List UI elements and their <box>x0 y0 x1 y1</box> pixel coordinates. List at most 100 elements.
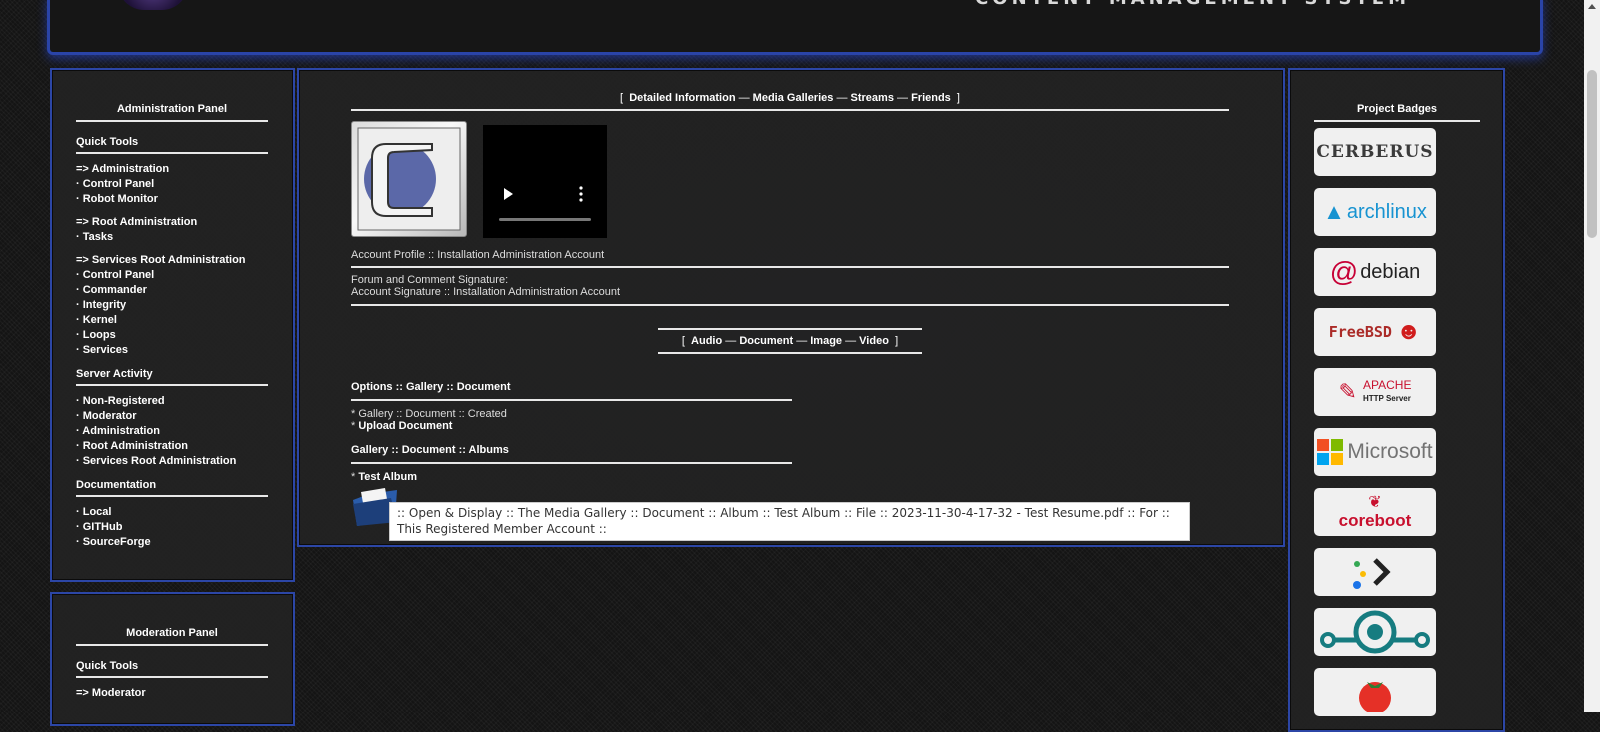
nav-services-root-administration[interactable]: => Services Root Administration <box>76 253 268 268</box>
project-badges-panel: Project Badges CERBERUS ▲ archlinux @ de… <box>1288 68 1505 732</box>
administration-panel: Administration Panel Quick Tools => Admi… <box>50 68 295 582</box>
activity-administration[interactable]: · Administration <box>76 424 268 439</box>
gallery-created: * Gallery :: Document :: Created <box>351 408 507 420</box>
tab-separator: — <box>897 92 908 104</box>
site-logo[interactable] <box>118 0 188 10</box>
tab-separator: — <box>796 335 808 347</box>
tab-friends[interactable]: Friends <box>911 92 951 104</box>
signature-block: Forum and Comment Signature: Account Sig… <box>351 268 1229 306</box>
mod-quick-tools-heading: Quick Tools <box>76 660 268 678</box>
page-scrollbar[interactable] <box>1584 0 1600 712</box>
moderation-panel: Moderation Panel Quick Tools => Moderato… <box>50 592 295 726</box>
media-type-tabs: [ Audio — Document — Image — Video ] <box>658 328 922 354</box>
tab-separator: — <box>845 335 857 347</box>
microsoft-squares-icon <box>1317 439 1344 465</box>
activity-moderator[interactable]: · Moderator <box>76 409 268 424</box>
badge-tomato[interactable] <box>1314 668 1436 716</box>
nav-services[interactable]: · Services <box>76 343 268 358</box>
upload-row: * Upload Document <box>351 420 1229 432</box>
signature-label: Forum and Comment Signature: <box>351 274 509 286</box>
badge-apache[interactable]: ✎ APACHE HTTP Server <box>1314 368 1436 416</box>
badge-cerberus[interactable]: CERBERUS <box>1314 128 1436 176</box>
nav-kernel[interactable]: · Kernel <box>76 313 268 328</box>
prompt-logo-icon <box>1353 558 1391 589</box>
profile-tabs: [ Detailed Information — Media Galleries… <box>351 92 1229 111</box>
tab-media-galleries[interactable]: Media Galleries <box>753 92 834 104</box>
server-activity-heading: Server Activity <box>76 368 268 386</box>
tab-streams[interactable]: Streams <box>851 92 894 104</box>
scroll-up-arrow-icon[interactable] <box>1588 4 1596 9</box>
tab-separator: — <box>738 92 750 104</box>
apache-text: APACHE HTTP Server <box>1363 378 1411 406</box>
test-album-link[interactable]: Test Album <box>358 471 417 483</box>
doc-github[interactable]: · GITHub <box>76 520 268 535</box>
site-header: CONTENT MANAGEMENT SYSTEM <box>47 0 1543 55</box>
arch-label: archlinux <box>1346 200 1427 223</box>
microsoft-label: Microsoft <box>1347 440 1433 463</box>
badges-panel-title: Project Badges <box>1314 103 1480 122</box>
apache-label: APACHE <box>1362 378 1412 392</box>
badge-coreboot[interactable]: ❦ coreboot <box>1314 488 1436 536</box>
c-logo-icon <box>357 127 461 231</box>
tab-audio[interactable]: Audio <box>691 335 722 347</box>
tabs-bracket-close: ] <box>956 92 960 104</box>
nav-moderator[interactable]: => Moderator <box>76 686 268 701</box>
nav-administration[interactable]: => Administration <box>76 162 268 177</box>
debian-swirl-icon: @ <box>1329 256 1359 287</box>
lineage-logo-icon <box>1320 610 1430 654</box>
badge-freebsd[interactable]: FreeBSD ☻ <box>1314 308 1436 356</box>
bsd-daemon-icon: ☻ <box>1395 318 1422 345</box>
account-avatar[interactable] <box>351 121 467 237</box>
tab-separator: — <box>725 335 737 347</box>
nav-control-panel[interactable]: · Control Panel <box>76 177 268 192</box>
tab-video[interactable]: Video <box>859 335 889 347</box>
tomato-logo-icon <box>1359 682 1391 712</box>
freebsd-label: FreeBSD <box>1328 323 1392 341</box>
nav-robot-monitor[interactable]: · Robot Monitor <box>76 192 268 207</box>
type-bracket-open: [ <box>681 335 685 347</box>
scroll-thumb[interactable] <box>1587 70 1597 238</box>
tab-image[interactable]: Image <box>810 335 842 347</box>
video-player[interactable] <box>483 125 607 238</box>
type-bracket-close: ] <box>895 335 899 347</box>
file-tooltip: :: Open & Display :: The Media Gallery :… <box>389 502 1190 541</box>
nav-integrity[interactable]: · Integrity <box>76 298 268 313</box>
nav-commander[interactable]: · Commander <box>76 283 268 298</box>
tabs-bracket-open: [ <box>620 92 624 104</box>
upload-document-link[interactable]: Upload Document <box>358 420 452 432</box>
activity-root-administration[interactable]: · Root Administration <box>76 439 268 454</box>
albums-heading: Gallery :: Document :: Albums <box>351 444 792 464</box>
tab-detailed-information[interactable]: Detailed Information <box>629 92 735 104</box>
badge-debian[interactable]: @ debian <box>1314 248 1436 296</box>
nav-root-administration[interactable]: => Root Administration <box>76 215 268 230</box>
doc-local[interactable]: · Local <box>76 505 268 520</box>
nav-loops[interactable]: · Loops <box>76 328 268 343</box>
badge-prompt[interactable] <box>1314 548 1436 596</box>
options-heading: Options :: Gallery :: Document <box>351 381 792 401</box>
badge-lineage[interactable] <box>1314 608 1436 656</box>
admin-panel-title: Administration Panel <box>76 103 268 122</box>
coreboot-rabbit-icon: ❦ <box>1368 494 1382 511</box>
album-row: * Test Album <box>351 471 1229 483</box>
nav-services-control-panel[interactable]: · Control Panel <box>76 268 268 283</box>
doc-sourceforge[interactable]: · SourceForge <box>76 535 268 550</box>
badge-microsoft[interactable]: Microsoft <box>1314 428 1436 476</box>
site-tagline: CONTENT MANAGEMENT SYSTEM <box>975 0 1410 9</box>
play-icon[interactable] <box>483 125 607 238</box>
apache-sublabel: HTTP Server <box>1362 394 1411 403</box>
account-profile: Account Profile :: Installation Administ… <box>351 249 1229 268</box>
mod-panel-title: Moderation Panel <box>76 627 268 646</box>
coreboot-label: coreboot <box>1338 511 1412 530</box>
apache-feather-icon: ✎ <box>1338 379 1357 404</box>
quick-tools-heading: Quick Tools <box>76 136 268 154</box>
tab-document[interactable]: Document <box>739 335 793 347</box>
badge-archlinux[interactable]: ▲ archlinux <box>1314 188 1436 236</box>
nav-tasks[interactable]: · Tasks <box>76 230 268 245</box>
activity-non-registered[interactable]: · Non-Registered <box>76 394 268 409</box>
signature-value: Account Signature :: Installation Admini… <box>351 286 621 298</box>
tab-separator: — <box>836 92 848 104</box>
cerberus-logo-icon: CERBERUS <box>1316 142 1434 162</box>
arch-logo-icon: ▲ <box>1323 199 1345 224</box>
activity-services-root-administration[interactable]: · Services Root Administration <box>76 454 268 469</box>
debian-label: debian <box>1360 260 1421 283</box>
